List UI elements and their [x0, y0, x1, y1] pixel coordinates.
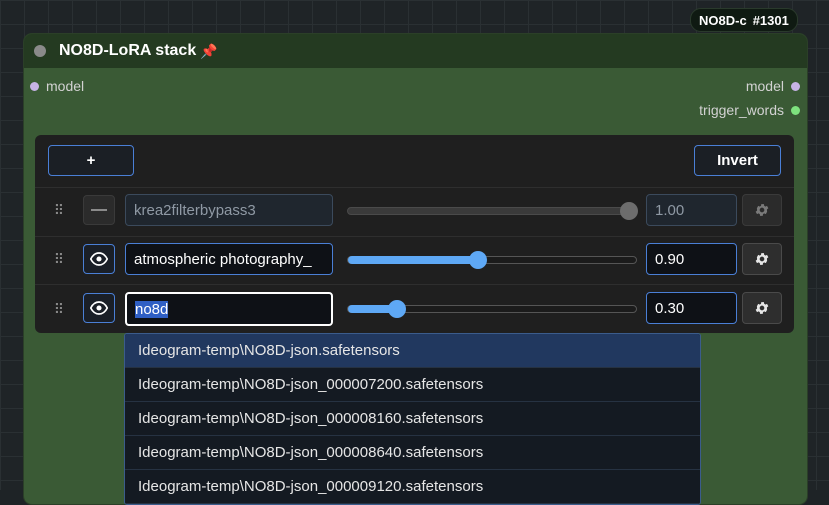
dropdown-option[interactable]: Ideogram-temp\NO8D-json_000008160.safete… — [125, 402, 700, 436]
lora-settings-button[interactable] — [742, 194, 782, 226]
input-slot-model[interactable]: model — [30, 78, 84, 94]
output-trigger-label: trigger_words — [699, 102, 784, 118]
eye-icon — [90, 252, 108, 266]
collapse-toggle[interactable] — [34, 45, 46, 57]
drag-handle-icon[interactable]: ⠿ — [53, 301, 65, 317]
lora-list-panel: + Invert ⠿ krea2filterbypass3 1.00 ⠿ atm… — [35, 135, 794, 333]
add-lora-button[interactable]: + — [48, 145, 134, 176]
dropdown-option[interactable]: Ideogram-temp\NO8D-json_000008640.safete… — [125, 436, 700, 470]
dropdown-option[interactable]: Ideogram-temp\NO8D-json_000009120.safete… — [125, 470, 700, 504]
input-model-label: model — [46, 78, 85, 94]
output-slot-model[interactable]: model — [746, 78, 800, 94]
output-slot-trigger-words[interactable]: trigger_words — [699, 102, 800, 118]
input-slot-dot[interactable] — [30, 81, 39, 91]
lora-name-field[interactable]: krea2filterbypass3 — [125, 194, 333, 226]
strength-input[interactable]: 1.00 — [646, 194, 737, 226]
lora-autocomplete-dropdown[interactable]: Ideogram-temp\NO8D-json.safetensors Ideo… — [124, 333, 701, 505]
strength-input[interactable]: 0.90 — [646, 243, 737, 275]
dash-icon — [91, 209, 107, 211]
slider-thumb[interactable] — [620, 202, 638, 220]
strength-input[interactable]: 0.30 — [646, 292, 737, 324]
lora-toggle-button[interactable] — [83, 195, 115, 225]
gear-icon — [755, 253, 769, 265]
selected-text: no8d — [135, 300, 169, 318]
node-id-badge: NO8D-c #1301 — [690, 8, 798, 32]
lora-name-field-focused[interactable]: no8d — [125, 292, 333, 326]
slider-thumb[interactable] — [388, 300, 406, 318]
node-title: NO8D-LoRA stack — [59, 42, 197, 59]
output-model-label: model — [745, 78, 784, 94]
invert-button[interactable]: Invert — [694, 145, 781, 176]
dropdown-option[interactable]: Ideogram-temp\NO8D-json_000007200.safete… — [125, 368, 700, 402]
badge-id: #1301 — [752, 12, 789, 28]
output-slot-dot[interactable] — [791, 81, 800, 91]
row-divider — [35, 284, 794, 285]
lora-toggle-button[interactable] — [83, 293, 115, 323]
row-divider — [35, 187, 794, 188]
eye-icon — [90, 301, 108, 315]
lora-name-field[interactable]: atmospheric photography_ — [125, 243, 333, 275]
lora-settings-button[interactable] — [742, 292, 782, 324]
lora-toggle-button[interactable] — [83, 244, 115, 274]
lora-settings-button[interactable] — [742, 243, 782, 275]
slider-fill — [348, 256, 479, 264]
badge-prefix: NO8D-c — [699, 12, 747, 28]
slider-thumb[interactable] — [469, 251, 487, 269]
drag-handle-icon[interactable]: ⠿ — [53, 202, 65, 218]
row-divider — [35, 236, 794, 237]
gear-icon — [755, 204, 769, 216]
dropdown-option[interactable]: Ideogram-temp\NO8D-json.safetensors — [125, 334, 700, 368]
strength-slider[interactable] — [347, 207, 629, 215]
strength-slider[interactable] — [347, 256, 637, 264]
output-slot-dot[interactable] — [791, 105, 800, 115]
gear-icon — [755, 302, 769, 314]
pushpin-icon[interactable]: 📌 — [200, 43, 217, 60]
node-header[interactable]: NO8D-LoRA stack 📌 — [24, 34, 807, 68]
drag-handle-icon[interactable]: ⠿ — [53, 251, 65, 267]
